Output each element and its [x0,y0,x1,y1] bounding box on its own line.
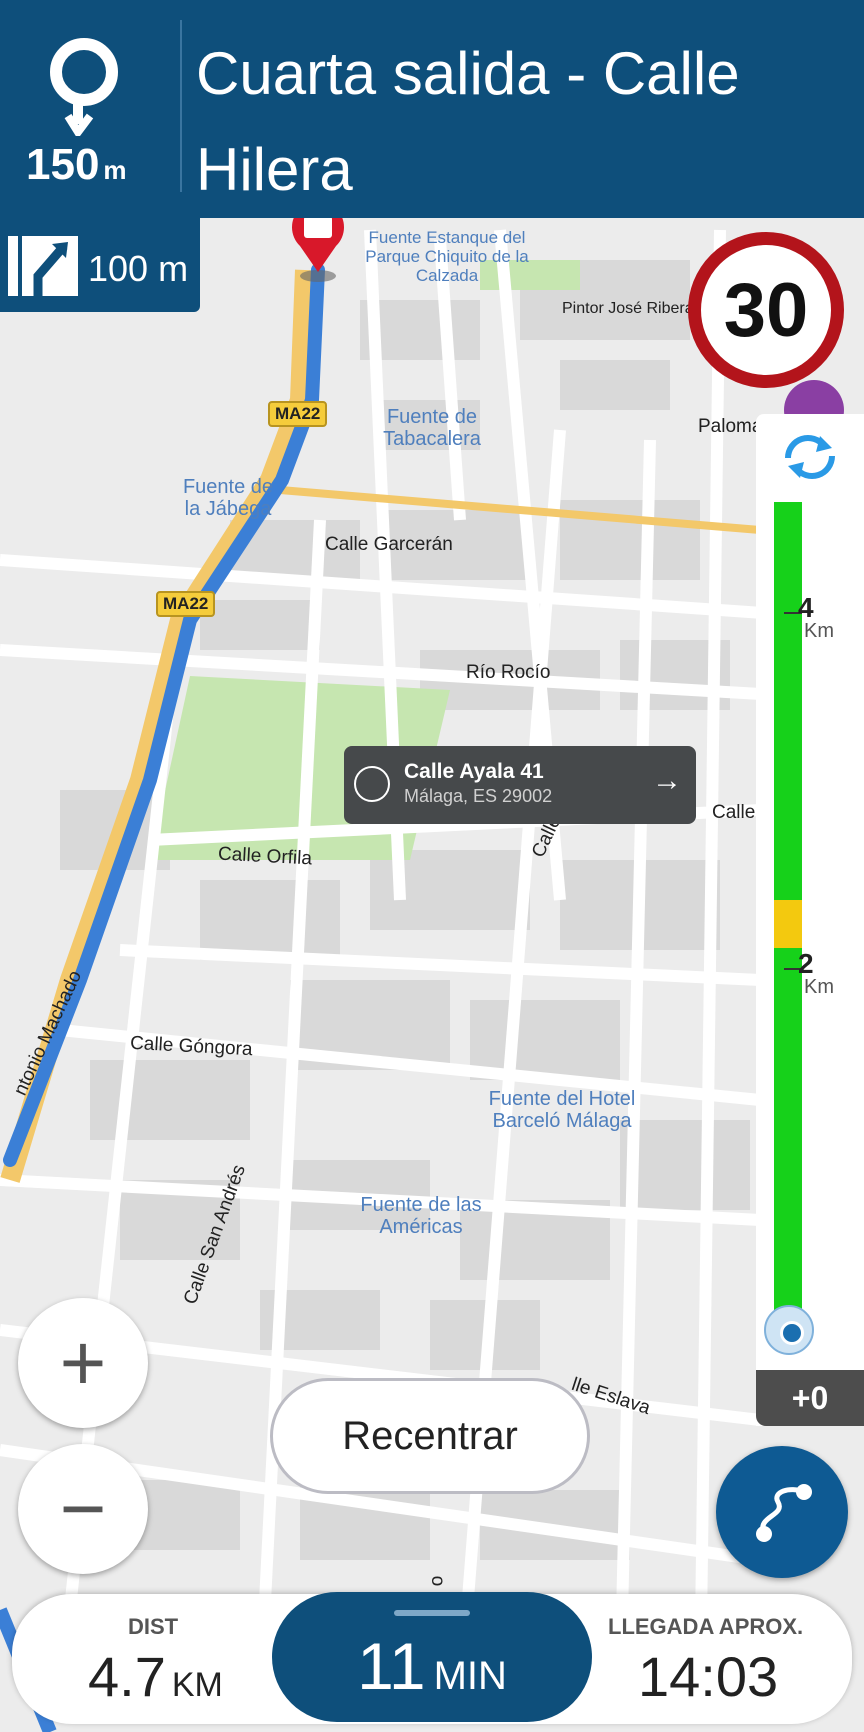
address-icon [354,766,390,802]
arrow-right-icon[interactable]: → [652,764,682,798]
maneuver-distance: 150 m [26,140,127,189]
street-label: Calle [712,802,756,823]
drag-handle[interactable] [394,1610,470,1616]
lane-guidance: 100 m [0,218,200,312]
distance-label: DIST [128,1614,179,1639]
street-label: Paloma [698,416,763,437]
maneuver-box: 150 m [0,0,180,218]
street-label: Río Rocío [466,662,551,683]
poi-card[interactable]: Calle Ayala 41 Málaga, ES 29002 → [344,746,696,824]
road-shield: MA22 [268,401,328,427]
poi-label: Fuente del Hotel Barceló Málaga [488,1088,636,1132]
roundabout-exit-icon [50,38,118,136]
refresh-icon[interactable] [780,432,840,482]
minus-icon: − [59,1464,107,1553]
maneuver-street: Cuarta salida - Calle Hilera [196,40,740,203]
traffic-delay: +0 [756,1370,864,1426]
current-position-icon [764,1305,814,1355]
maneuver-banner[interactable]: 150 m Cuarta salida - Calle Hilera [0,0,864,218]
poi-label: Fuente de Tabacalera [383,406,481,450]
traffic-slow-segment [774,900,802,948]
street-label: o [426,1575,448,1587]
remaining-time-value: 11 MIN [357,1629,507,1703]
traffic-km-unit: Km [804,976,834,998]
traffic-km-unit: Km [804,620,834,642]
lane-guidance-icon [8,236,78,296]
distance-value: 4.7 KM [88,1645,223,1708]
street-label: Pintor José Ribera [562,300,694,317]
poi-label: Fuente de las Américas [360,1194,482,1238]
road-shield: MA22 [156,591,216,617]
poi-label: Fuente de la Jábega [182,476,274,520]
zoom-in-button[interactable]: + [18,1298,148,1428]
recenter-button[interactable]: Recentrar [270,1378,590,1494]
divider [180,20,182,192]
lane-distance: 100 m [88,248,189,289]
eta-label: LLEGADA APROX. [608,1614,804,1639]
remaining-time[interactable]: 11 MIN [272,1592,592,1722]
zoom-out-button[interactable]: − [18,1444,148,1574]
speed-limit-sign: 30 [688,232,844,388]
traffic-panel [756,414,864,1426]
plus-icon: + [59,1318,107,1407]
poi-label: Fuente Estanque del Parque Chiquito de l… [365,228,529,285]
street-label: Calle Garcerán [325,534,453,555]
poi-card-title: Calle Ayala 41 [404,760,544,783]
route-overview-button[interactable] [716,1446,848,1578]
route-icon [756,1484,812,1542]
eta-value: 14:03 [638,1645,779,1708]
poi-card-subtitle: Málaga, ES 29002 [404,786,553,806]
